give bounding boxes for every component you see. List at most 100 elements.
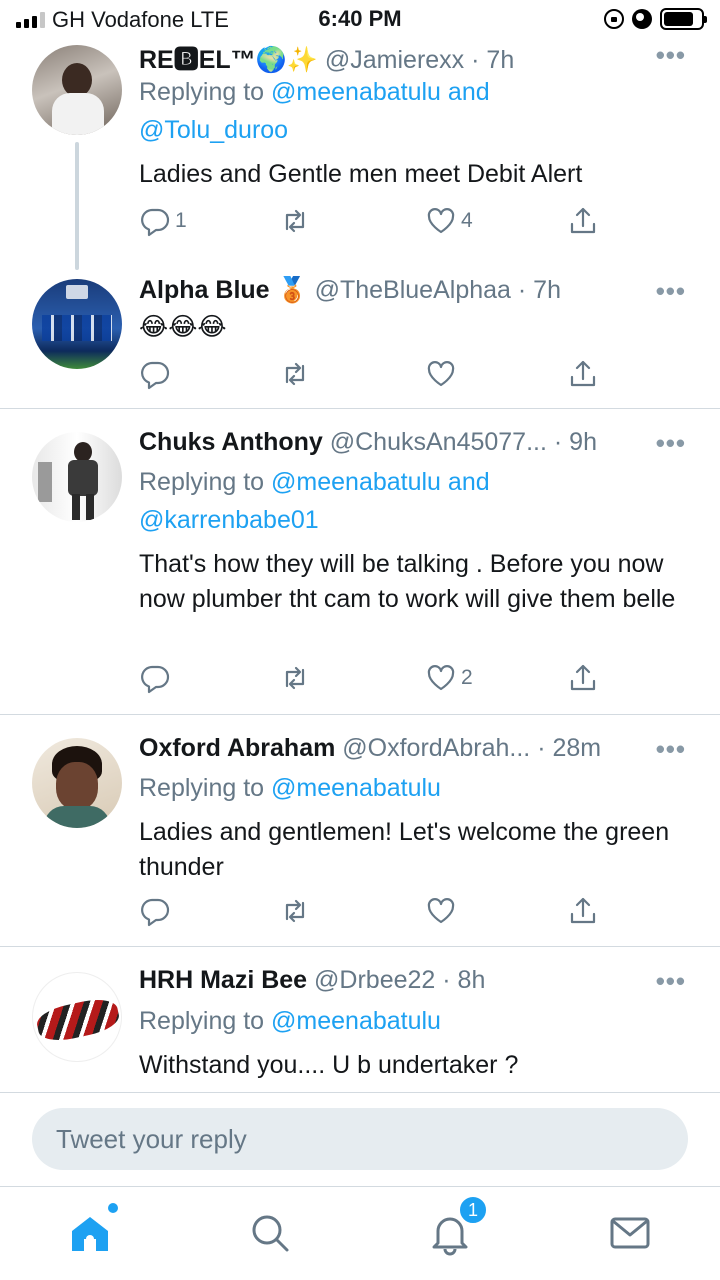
- reply-composer[interactable]: [32, 1108, 688, 1170]
- tweet[interactable]: Oxford Abraham @OxfordAbrah... · 28m •••…: [0, 734, 720, 946]
- status-bar: GH Vodafone LTE 6:40 PM: [0, 0, 720, 40]
- mention-link[interactable]: @meenabatulu and: [271, 468, 490, 496]
- retweet-button[interactable]: [279, 662, 315, 694]
- tweet-time: · 7h: [517, 276, 561, 304]
- battery-icon: [660, 8, 707, 30]
- like-button[interactable]: [425, 895, 461, 927]
- like-button[interactable]: 4: [425, 205, 473, 237]
- replying-to: Replying to @meenabatulu: [139, 774, 441, 802]
- tweet[interactable]: Alpha Blue 🥉 @TheBlueAlphaa · 7h ••• 😂😂😂: [0, 276, 720, 408]
- envelope-icon: [610, 1217, 650, 1249]
- avatar[interactable]: [32, 432, 122, 522]
- display-name[interactable]: Alpha Blue 🥉: [139, 276, 308, 304]
- display-name[interactable]: Chuks Anthony: [139, 428, 323, 456]
- share-button[interactable]: [567, 895, 599, 927]
- tweet-text: That's how they will be talking . Before…: [139, 550, 676, 613]
- avatar[interactable]: [32, 738, 122, 828]
- like-count: 4: [461, 209, 473, 232]
- user-handle[interactable]: @Jamierexx: [325, 46, 464, 74]
- reply-button[interactable]: 1: [139, 205, 187, 237]
- mention-link[interactable]: @meenabatulu: [271, 1007, 441, 1035]
- tab-search[interactable]: [246, 1209, 294, 1257]
- user-handle[interactable]: @TheBlueAlphaa: [315, 276, 511, 304]
- tweet-actions: 1 4: [139, 205, 596, 241]
- mention-link[interactable]: @Tolu_duroo: [139, 116, 288, 144]
- more-options-icon[interactable]: •••: [656, 734, 686, 765]
- reply-icon: [141, 665, 170, 694]
- tweet-actions: [139, 895, 596, 931]
- retweet-button[interactable]: [279, 895, 315, 927]
- alarm-icon: [632, 9, 652, 29]
- tweet-reply-input[interactable]: [32, 1108, 688, 1170]
- like-button[interactable]: [425, 358, 461, 390]
- new-content-dot: [108, 1203, 118, 1213]
- tweet[interactable]: RE🅱EL™🌍✨ @Jamierexx · 7h ••• Replying to…: [0, 40, 720, 270]
- mention-link[interactable]: @karrenbabe01: [139, 506, 319, 534]
- tweet[interactable]: Chuks Anthony @ChuksAn45077... · 9h ••• …: [0, 428, 720, 714]
- reply-button[interactable]: [139, 662, 175, 694]
- search-icon: [252, 1215, 289, 1252]
- user-handle[interactable]: @Drbee22: [314, 966, 435, 994]
- divider: [0, 946, 720, 947]
- replying-to: Replying to @meenabatulu and @Tolu_duroo: [139, 78, 490, 144]
- share-icon: [570, 360, 596, 387]
- mention-link[interactable]: @meenabatulu: [271, 774, 441, 802]
- tweet-time: · 28m: [537, 734, 602, 762]
- tab-home[interactable]: [66, 1203, 118, 1257]
- share-button[interactable]: [567, 662, 599, 694]
- tweet-text: Ladies and gentlemen! Let's welcome the …: [139, 818, 670, 881]
- share-icon: [570, 664, 596, 691]
- tab-notifications[interactable]: 1: [426, 1195, 488, 1257]
- notifications-badge: 1: [458, 1195, 488, 1225]
- retweet-button[interactable]: [279, 205, 315, 237]
- retweet-button[interactable]: [279, 358, 315, 390]
- reply-button[interactable]: [139, 358, 175, 390]
- retweet-icon: [285, 209, 305, 233]
- heart-icon: [427, 898, 455, 924]
- home-icon: [72, 1217, 108, 1251]
- tweet-time: · 8h: [442, 966, 486, 994]
- heart-icon: [427, 208, 455, 234]
- retweet-icon: [285, 899, 305, 923]
- rotation-lock-icon: [604, 9, 624, 29]
- avatar[interactable]: [32, 45, 122, 135]
- more-options-icon[interactable]: •••: [656, 428, 686, 459]
- heart-icon: [427, 665, 455, 691]
- reply-icon: [141, 898, 170, 927]
- display-name[interactable]: RE🅱EL™🌍✨: [139, 46, 318, 74]
- retweet-icon: [285, 362, 305, 386]
- reply-button[interactable]: [139, 895, 175, 927]
- user-handle[interactable]: @ChuksAn45077...: [330, 428, 547, 456]
- retweet-icon: [285, 666, 305, 690]
- display-name[interactable]: Oxford Abraham: [139, 734, 335, 762]
- more-options-icon[interactable]: •••: [656, 966, 686, 997]
- share-icon: [570, 207, 596, 234]
- tweet-text: Withstand you.... U b undertaker ?: [139, 1051, 519, 1079]
- thread-line: [75, 142, 79, 270]
- more-options-icon[interactable]: •••: [656, 40, 686, 71]
- tweet-time: · 7h: [471, 46, 515, 74]
- heart-icon: [427, 361, 455, 387]
- avatar[interactable]: [32, 279, 122, 369]
- display-name[interactable]: HRH Mazi Bee: [139, 966, 307, 994]
- tab-messages[interactable]: [606, 1209, 654, 1257]
- tweet-time: · 9h: [553, 428, 597, 456]
- tweet[interactable]: HRH Mazi Bee @Drbee22 · 8h ••• Replying …: [0, 966, 720, 1092]
- mention-link[interactable]: @meenabatulu and: [271, 78, 490, 106]
- reply-count: 1: [175, 209, 187, 232]
- user-handle[interactable]: @OxfordAbrah...: [342, 734, 530, 762]
- share-icon: [570, 897, 596, 924]
- tab-bar: 1: [0, 1186, 720, 1280]
- more-options-icon[interactable]: •••: [656, 276, 686, 307]
- reply-icon: [141, 208, 170, 237]
- like-button[interactable]: 2: [425, 662, 473, 694]
- tweet-actions: 2: [139, 662, 596, 698]
- share-button[interactable]: [567, 205, 599, 237]
- divider: [0, 408, 720, 409]
- share-button[interactable]: [567, 358, 599, 390]
- divider: [0, 1092, 720, 1093]
- reply-icon: [141, 361, 170, 390]
- avatar[interactable]: [32, 972, 122, 1062]
- tweet-text: Ladies and Gentle men meet Debit Alert: [139, 160, 583, 188]
- tweet-actions: [139, 358, 596, 394]
